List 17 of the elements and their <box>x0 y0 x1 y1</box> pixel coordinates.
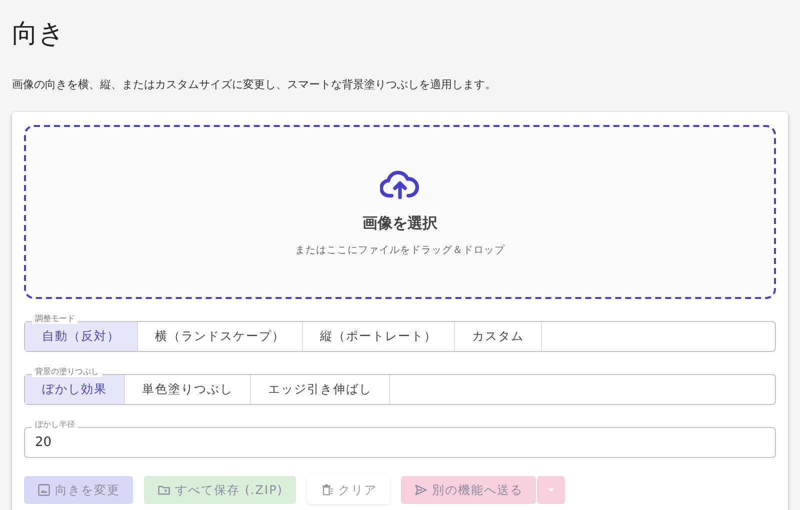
dropzone-title: 画像を選択 <box>362 214 438 232</box>
cloud-upload-icon <box>380 168 420 200</box>
folder-icon <box>157 483 171 497</box>
option-button[interactable]: ぼかし効果 <box>25 375 125 404</box>
image-icon <box>37 483 51 497</box>
option-button[interactable]: 自動（反対） <box>25 322 138 351</box>
group-label: 調整モード <box>32 313 78 324</box>
dropzone-hint: またはここにファイルをドラッグ＆ドロップ <box>295 244 505 256</box>
trash-icon <box>320 483 334 497</box>
send-icon <box>414 483 428 497</box>
caret-icon <box>547 486 555 494</box>
field-label: ぼかし半径 <box>32 419 78 430</box>
page-title: 向き <box>12 18 66 51</box>
blur-radius-field[interactable]: 20 <box>24 427 776 458</box>
page-description: 画像の向きを横、縦、またはカスタムサイズに変更し、スマートな背景塗りつぶしを適用します。 <box>12 77 497 92</box>
group-label: 背景の塗りつぶし <box>32 366 102 377</box>
upload-dropzone[interactable]: 画像を選択 またはここにファイルをドラッグ＆ドロップ <box>24 125 776 299</box>
